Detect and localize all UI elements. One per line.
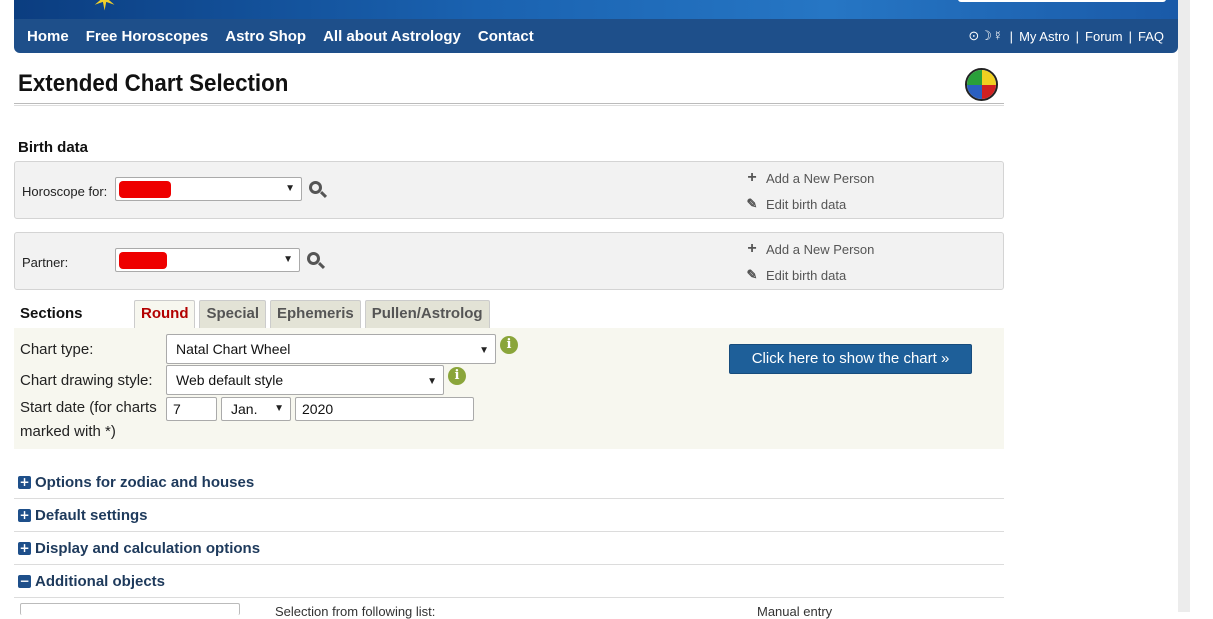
chart-type-value: Natal Chart Wheel — [176, 341, 291, 357]
astro-wheel-logo-icon — [965, 68, 998, 101]
start-date-label-note: marked with *) — [20, 423, 116, 440]
start-day-input[interactable]: 7 — [166, 397, 217, 421]
collapsible-zodiac-houses[interactable]: + Options for zodiac and houses — [14, 466, 1004, 499]
redacted-name — [119, 252, 167, 269]
horoscope-person-select[interactable]: ▼ — [115, 177, 302, 201]
tab-pullen-astrolog[interactable]: Pullen/Astrolog — [364, 300, 490, 328]
header-banner: ✶ — [14, 0, 1178, 19]
tab-ephemeris[interactable]: Ephemeris — [270, 300, 361, 328]
collapsible-label: Default settings — [35, 506, 148, 524]
nav-free-horoscopes[interactable]: Free Horoscopes — [86, 28, 209, 45]
sun-logo-icon: ✶ — [92, 0, 118, 18]
add-person-label: Add a New Person — [766, 170, 875, 186]
nav-my-astro[interactable]: My Astro — [1019, 29, 1070, 44]
add-person-label: Add a New Person — [766, 241, 875, 257]
redacted-name — [119, 181, 171, 198]
title-divider — [14, 103, 1004, 106]
expand-plus-icon: + — [18, 540, 31, 555]
chart-type-label: Chart type: — [20, 341, 94, 358]
add-partner-link[interactable]: + Add a New Person — [745, 240, 874, 258]
expand-plus-icon: + — [18, 507, 31, 522]
page-margin — [1190, 0, 1213, 612]
partner-person-select[interactable]: ▼ — [115, 248, 300, 272]
plus-icon: + — [747, 169, 757, 186]
nav-all-about-astrology[interactable]: All about Astrology — [323, 28, 461, 45]
edit-birth-label: Edit birth data — [766, 196, 847, 212]
chevron-down-icon: ▼ — [283, 254, 293, 265]
page-gutter — [1178, 0, 1190, 612]
edit-birth-data-link[interactable]: ✎ Edit birth data — [745, 196, 847, 212]
partner-label: Partner: — [22, 255, 69, 270]
chevron-down-icon: ▼ — [427, 376, 437, 387]
collapse-minus-icon: − — [18, 573, 31, 588]
edit-partner-birth-data-link[interactable]: ✎ Edit birth data — [745, 267, 847, 283]
sections-tabs: Round Special Ephemeris Pullen/Astrolog — [134, 300, 490, 328]
nav-separator: | — [1075, 28, 1080, 44]
drawing-style-select[interactable]: Web default style ▼ — [166, 365, 444, 395]
info-icon[interactable]: i — [500, 336, 518, 354]
expand-plus-icon: + — [18, 474, 31, 489]
nav-contact[interactable]: Contact — [478, 28, 534, 45]
nav-forum[interactable]: Forum — [1085, 29, 1123, 44]
search-icon[interactable] — [306, 251, 326, 271]
horoscope-for-label: Horoscope for: — [22, 184, 108, 199]
info-icon[interactable]: i — [448, 367, 466, 385]
start-date-label: Start date (for charts — [20, 399, 157, 416]
page-title: Extended Chart Selection — [18, 70, 289, 97]
chevron-down-icon: ▼ — [479, 345, 489, 356]
nav-astro-shop[interactable]: Astro Shop — [225, 28, 306, 45]
collapsible-display-calculation[interactable]: + Display and calculation options — [14, 532, 1004, 565]
add-person-link[interactable]: + Add a New Person — [745, 169, 874, 187]
additional-objects-select[interactable] — [20, 603, 240, 615]
start-month-select[interactable]: Jan. ▼ — [221, 397, 291, 421]
collapsible-label: Options for zodiac and houses — [35, 473, 255, 491]
tab-special[interactable]: Special — [199, 300, 267, 328]
collapsible-additional-objects[interactable]: − Additional objects — [14, 565, 1004, 598]
start-month-value: Jan. — [231, 401, 258, 417]
main-navbar: Home Free Horoscopes Astro Shop All abou… — [14, 19, 1178, 53]
search-icon[interactable] — [308, 180, 328, 200]
edit-icon: ✎ — [746, 196, 758, 211]
tab-round[interactable]: Round — [134, 300, 196, 328]
start-year-input[interactable]: 2020 — [295, 397, 474, 421]
nav-separator: | — [1128, 28, 1132, 44]
nav-faq[interactable]: FAQ — [1138, 29, 1164, 44]
edit-birth-label: Edit birth data — [766, 267, 847, 283]
astro-symbols-icon[interactable]: ⊙☽☿ — [968, 28, 1003, 44]
edit-icon: ✎ — [746, 267, 758, 282]
sections-label: Sections — [20, 305, 83, 322]
nav-home[interactable]: Home — [27, 28, 69, 45]
collapsible-label: Additional objects — [35, 572, 166, 590]
collapsible-default-settings[interactable]: + Default settings — [14, 499, 1004, 532]
chevron-down-icon: ▼ — [274, 403, 284, 414]
nav-separator: | — [1009, 28, 1014, 44]
drawing-style-label: Chart drawing style: — [20, 372, 153, 389]
drawing-style-value: Web default style — [176, 372, 284, 388]
show-chart-button[interactable]: Click here to show the chart » — [729, 344, 972, 374]
chevron-down-icon: ▼ — [285, 183, 295, 194]
collapsible-label: Display and calculation options — [35, 539, 261, 557]
chart-type-select[interactable]: Natal Chart Wheel ▼ — [166, 334, 496, 364]
birth-data-heading: Birth data — [18, 139, 89, 156]
plus-icon: + — [747, 240, 757, 257]
search-input[interactable] — [958, 0, 1166, 2]
